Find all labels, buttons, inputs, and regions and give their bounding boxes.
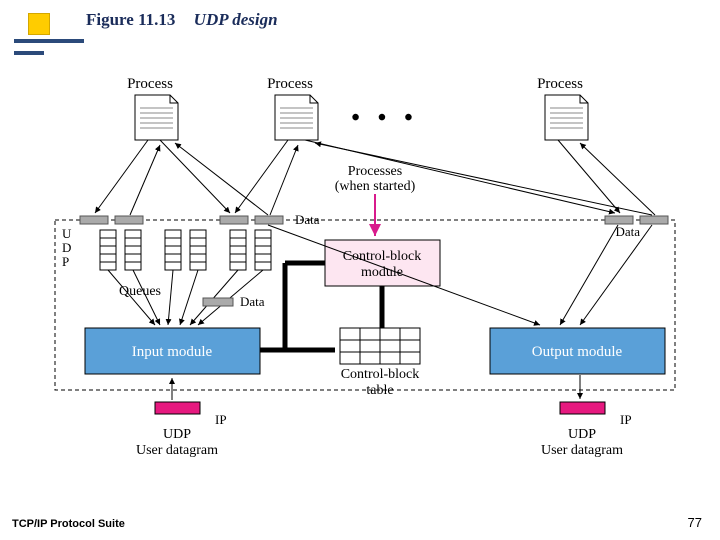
arrow-icon	[95, 140, 148, 213]
data-label-3: Data	[615, 224, 640, 239]
user-datagram-label-1: User datagram	[136, 443, 218, 458]
page-number: 77	[688, 515, 702, 530]
document-icon-3	[545, 95, 588, 140]
control-block-table-icon	[340, 328, 420, 364]
svg-text:table: table	[366, 383, 393, 398]
figure-number: Figure 11.13	[86, 10, 175, 29]
input-module-label: Input module	[132, 344, 213, 360]
output-module-label: Output module	[532, 344, 623, 360]
data-label-1: Data	[295, 212, 320, 227]
queues-label: Queues	[119, 284, 161, 299]
slide-title: Figure 11.13 UDP design	[86, 10, 278, 30]
udp-label-2: UDP	[568, 427, 596, 442]
ellipsis-icon: • • •	[351, 105, 418, 131]
ip-label-1: IP	[215, 412, 227, 427]
document-icon-1	[135, 95, 178, 140]
data-label-center: Data	[240, 294, 265, 309]
udp-side-label: U	[62, 226, 72, 241]
data-slot-icon	[80, 216, 108, 224]
slide-bullet-decor	[14, 5, 54, 55]
svg-text:P: P	[62, 254, 69, 269]
process-label-3: Process	[537, 76, 583, 92]
footer-source: TCP/IP Protocol Suite	[12, 518, 125, 530]
svg-text:D: D	[62, 240, 71, 255]
processes-when-started-label: Processes	[348, 164, 402, 179]
user-datagram-label-2: User datagram	[541, 443, 623, 458]
process-label-1: Process	[127, 76, 173, 92]
process-label-2: Process	[267, 76, 313, 92]
queues-icon	[100, 230, 271, 270]
control-block-table-label: Control-block	[341, 367, 420, 382]
document-icon-2	[275, 95, 318, 140]
ip-label-2: IP	[620, 412, 632, 427]
ip-bar-icon	[155, 402, 200, 414]
svg-text:(when started): (when started)	[335, 179, 416, 194]
udp-design-diagram: U D P Process Process Process • • •	[40, 70, 690, 470]
udp-label-1: UDP	[163, 427, 191, 442]
figure-subject: UDP design	[194, 10, 278, 29]
